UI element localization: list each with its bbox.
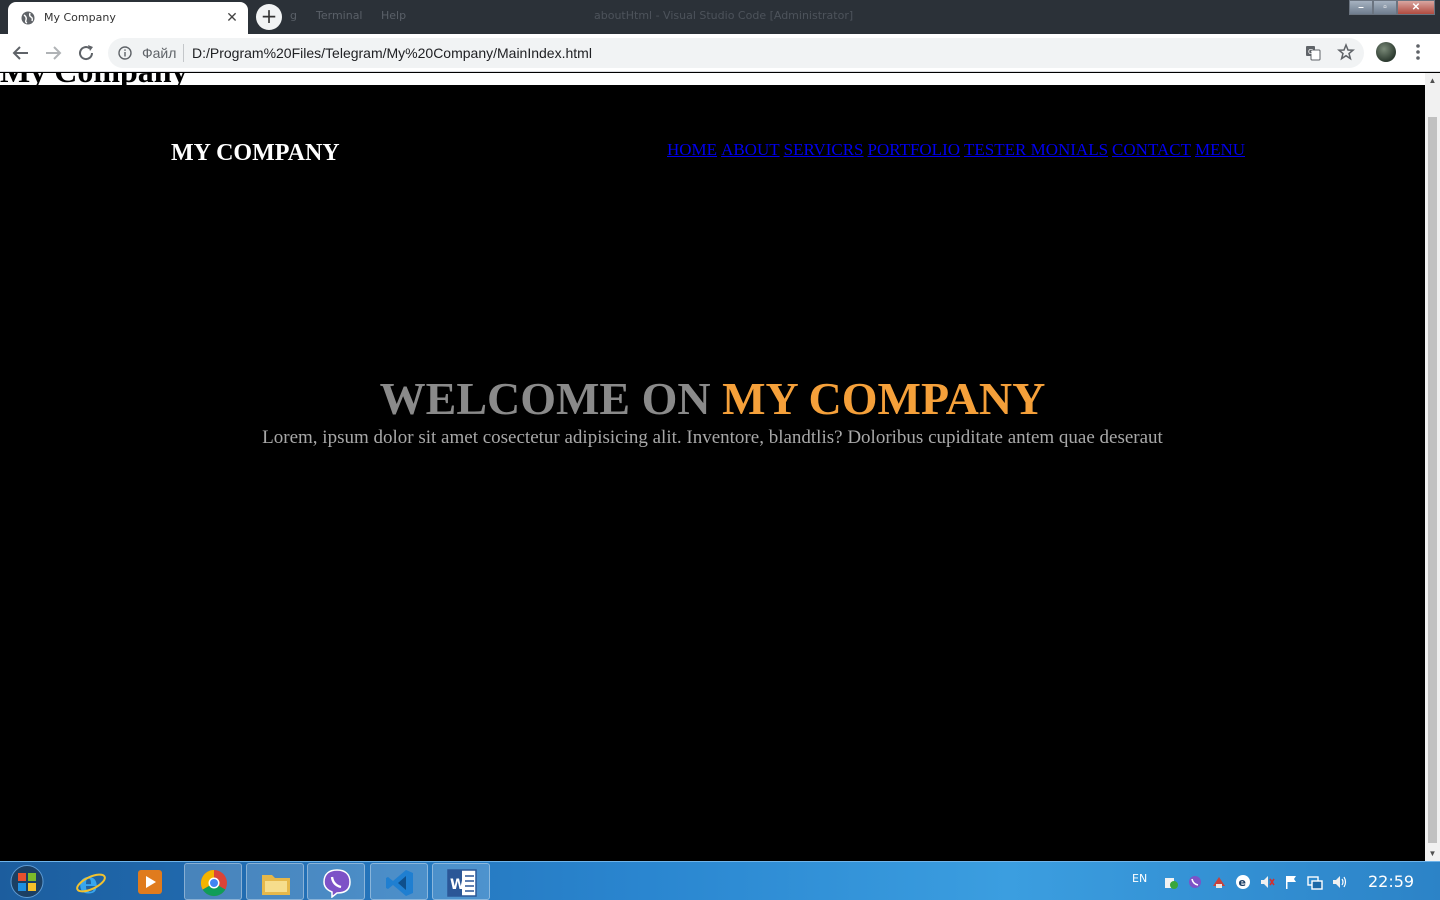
hero-subtitle: Lorem, ipsum dolor sit amet cosectetur a… — [262, 427, 1163, 448]
browser-tab[interactable]: My Company ✕ — [8, 2, 248, 34]
globe-icon — [21, 11, 35, 25]
info-icon[interactable] — [118, 46, 132, 60]
viber-tray-icon[interactable] — [1187, 874, 1203, 890]
reload-icon[interactable] — [75, 42, 97, 64]
action-center-flag-icon[interactable] — [1283, 874, 1299, 890]
nav-link-menu[interactable]: MENU — [1195, 140, 1245, 159]
browser-title-bar: g Terminal Help aboutHtml - Visual Studi… — [0, 0, 1440, 34]
address-divider — [183, 44, 184, 62]
svg-text:e: e — [1239, 876, 1246, 889]
nav-link-portfolio[interactable]: PORTFOLIO — [868, 140, 961, 159]
tab-title: My Company — [44, 11, 116, 24]
word-icon: W — [447, 869, 477, 897]
background-window-title: aboutHtml - Visual Studio Code [Administ… — [594, 9, 854, 22]
os-taskbar: e W EN e 22:59 — [0, 861, 1440, 900]
minimize-icon: – — [1358, 2, 1364, 13]
security-shield-icon[interactable] — [1163, 874, 1179, 890]
address-url[interactable]: D:/Program%20Files/Telegram/My%20Company… — [192, 45, 592, 61]
more-menu-icon[interactable] — [1410, 42, 1426, 62]
forward-arrow-icon[interactable] — [42, 42, 64, 64]
nav-link-home[interactable]: HOME — [667, 140, 717, 159]
e-tray-icon[interactable]: e — [1235, 874, 1251, 890]
taskbar-chrome[interactable] — [184, 863, 242, 900]
chrome-icon — [200, 869, 227, 897]
network-activity-icon[interactable] — [1211, 874, 1227, 890]
network-icon[interactable] — [1307, 874, 1323, 890]
scrollbar-thumb[interactable] — [1428, 117, 1437, 843]
taskbar-viber[interactable] — [307, 863, 365, 900]
restore-icon: ▫ — [1383, 2, 1387, 13]
taskbar-vscode[interactable] — [370, 863, 428, 900]
hero-title-muted: WELCOME ON — [379, 373, 723, 424]
media-player-icon — [138, 870, 162, 894]
scroll-up-icon[interactable]: ▲ — [1425, 73, 1440, 88]
page-top-strip: My Company — [0, 73, 1425, 85]
profile-avatar[interactable] — [1376, 42, 1396, 62]
volume-icon[interactable] — [1331, 874, 1347, 890]
viber-icon — [323, 869, 351, 898]
page-viewport: My Company MY COMPANY HOMEABOUTSERVICRSP… — [0, 73, 1425, 861]
vscode-icon — [386, 870, 413, 896]
hero-section: WELCOME ON MY COMPANY Lorem, ipsum dolor… — [0, 369, 1425, 449]
address-bar[interactable]: Файл D:/Program%20Files/Telegram/My%20Co… — [108, 38, 1364, 68]
system-clock[interactable]: 22:59 — [1368, 872, 1414, 891]
svg-text:G: G — [1308, 48, 1313, 56]
maximize-button[interactable]: ▫ — [1373, 0, 1397, 15]
nav-link-services[interactable]: SERVICRS — [784, 140, 864, 159]
page-scrollbar[interactable]: ▲ ▼ — [1425, 73, 1440, 861]
background-window-menu-item: Help — [381, 9, 407, 22]
site-nav: HOME ABOUT SERVICRS PORTFOLIO TESTER MONIALS… — [667, 140, 1249, 160]
taskbar-media-player[interactable] — [121, 863, 179, 900]
browser-toolbar: Файл D:/Program%20Files/Telegram/My%20Co… — [0, 34, 1440, 72]
nav-link-testimonials[interactable]: TESTER MONIALS — [964, 140, 1108, 159]
close-icon: ✕ — [1411, 2, 1421, 13]
document-heading: My Company — [0, 73, 188, 85]
hero-title: WELCOME ON MY COMPANY — [0, 369, 1425, 429]
site-brand: MY COMPANY — [171, 140, 340, 166]
internet-explorer-icon: e — [76, 867, 106, 897]
folder-icon — [262, 875, 290, 895]
new-tab-button[interactable]: + — [256, 4, 282, 30]
scroll-down-icon[interactable]: ▼ — [1425, 846, 1440, 861]
minimize-button[interactable]: – — [1349, 0, 1373, 15]
windows-start-icon[interactable] — [5, 863, 49, 900]
address-scheme-label: Файл — [142, 45, 177, 61]
background-window-menu-item: Terminal — [316, 9, 363, 22]
nav-link-about[interactable]: ABOUT — [721, 140, 780, 159]
hero-title-accent: MY COMPANY — [722, 373, 1046, 424]
taskbar-word[interactable]: W — [432, 863, 490, 900]
language-indicator[interactable]: EN — [1132, 872, 1147, 885]
bookmark-star-icon[interactable] — [1337, 43, 1355, 61]
taskbar-file-explorer[interactable] — [246, 863, 304, 900]
background-window-menu-item: g — [290, 9, 297, 22]
nav-link-contact[interactable]: CONTACT — [1112, 140, 1191, 159]
translate-icon[interactable]: G — [1305, 45, 1321, 61]
speaker-alert-icon[interactable] — [1259, 874, 1275, 890]
svg-text:W: W — [450, 877, 465, 893]
taskbar-internet-explorer[interactable]: e — [62, 863, 120, 900]
back-arrow-icon[interactable] — [10, 42, 32, 64]
tab-close-button[interactable]: ✕ — [224, 8, 240, 26]
close-window-button[interactable]: ✕ — [1397, 0, 1435, 15]
